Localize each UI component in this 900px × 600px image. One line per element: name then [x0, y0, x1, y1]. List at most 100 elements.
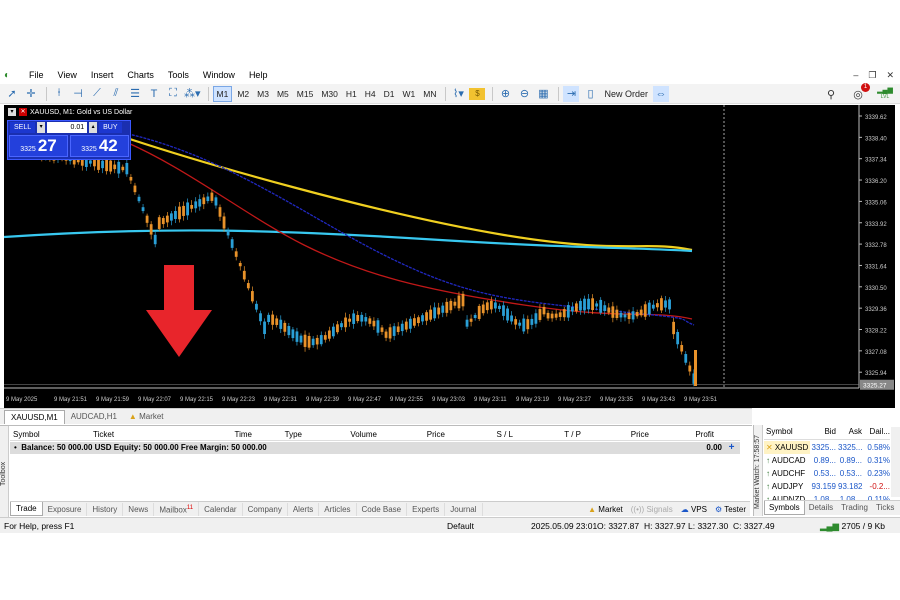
col-profit[interactable]: Profit: [652, 428, 717, 440]
new-order-button[interactable]: New Order: [601, 86, 651, 102]
timeframe-h1[interactable]: H1: [343, 86, 360, 102]
col-price[interactable]: Price: [380, 428, 448, 440]
col-symbol[interactable]: Symbol: [10, 428, 90, 440]
market-watch-row[interactable]: ↑ AUDCAD 0.89... 0.89... 0.31%: [764, 454, 890, 467]
buy-button[interactable]: BUY: [99, 122, 122, 133]
menu-file[interactable]: File: [22, 68, 51, 83]
sell-button[interactable]: SELL: [10, 122, 36, 133]
autoscroll-icon[interactable]: ⇥: [563, 85, 580, 102]
chart-menu-icon[interactable]: ▾: [8, 108, 16, 116]
restore-icon[interactable]: ❐: [868, 68, 876, 83]
add-icon[interactable]: +: [727, 443, 736, 453]
tab-company[interactable]: Company: [243, 502, 288, 516]
chart-shift-icon[interactable]: ⇔: [653, 85, 669, 102]
sell-price[interactable]: 3325 27: [9, 135, 68, 157]
tab-trade[interactable]: Trade: [10, 502, 43, 516]
col-volume[interactable]: Volume: [305, 428, 380, 440]
channel-icon[interactable]: ⫽: [108, 86, 124, 102]
volume-up-icon[interactable]: ▴: [89, 122, 98, 133]
tab-journal[interactable]: Journal: [445, 502, 483, 516]
trend-line-icon[interactable]: ⟋: [89, 86, 105, 102]
menu-tools[interactable]: Tools: [161, 68, 196, 83]
mw-tab-symbols[interactable]: Symbols: [764, 501, 805, 515]
volume-input[interactable]: 0.01: [47, 122, 88, 133]
col-current-price[interactable]: Price: [584, 428, 652, 440]
timeframe-w1[interactable]: W1: [400, 86, 419, 102]
col-ticket[interactable]: Ticket: [90, 428, 160, 440]
timeframe-m5[interactable]: M5: [274, 86, 292, 102]
chart-tab-audcad[interactable]: AUDCAD,H1: [65, 410, 123, 424]
market-watch-row[interactable]: ↑ AUDJPY 93.159 93.182 -0.2...: [764, 480, 890, 493]
menu-window[interactable]: Window: [196, 68, 242, 83]
price-chart[interactable]: 3339.62 3338.40 3337.34 3336.20 3335.06 3333.…: [4, 105, 895, 408]
chart-type-icon[interactable]: ⌇▾: [450, 86, 466, 102]
horizontal-line-icon[interactable]: ⊣: [70, 86, 86, 102]
balance-row[interactable]: • Balance: 50 000.00 USD Equity: 50 000.…: [10, 442, 740, 454]
buy-price[interactable]: 3325 42: [70, 135, 129, 157]
tab-experts[interactable]: Experts: [407, 502, 446, 516]
crosshair-icon[interactable]: ✛: [23, 86, 39, 102]
timeframe-mn[interactable]: MN: [420, 86, 439, 102]
candle-body: [133, 185, 137, 193]
tab-articles[interactable]: Articles: [319, 502, 357, 516]
signals-link[interactable]: ((•)) Signals: [631, 502, 673, 517]
mw-tab-trading[interactable]: Trading: [837, 501, 872, 515]
timeframe-d1[interactable]: D1: [381, 86, 398, 102]
menu-charts[interactable]: Charts: [120, 68, 161, 83]
vps-link[interactable]: ☁ VPS: [681, 502, 707, 517]
timeframe-m30[interactable]: M30: [318, 86, 341, 102]
mw-col-symbol[interactable]: Symbol: [764, 427, 810, 439]
tab-calendar[interactable]: Calendar: [199, 502, 243, 516]
mw-tab-ticks[interactable]: Ticks: [872, 501, 898, 515]
price-label: 3328.22: [865, 329, 887, 335]
fibonacci-icon[interactable]: ☰: [127, 86, 143, 102]
tab-mailbox[interactable]: Mailbox11: [154, 501, 200, 517]
timeframe-m2[interactable]: M2: [234, 86, 252, 102]
new-order-icon[interactable]: ▯: [582, 86, 598, 102]
market-watch-row[interactable]: ✕ XAUUSD 3325... 3325... 0.58%: [764, 441, 890, 454]
vertical-line-icon[interactable]: ⍿: [51, 86, 67, 102]
timeframe-h4[interactable]: H4: [362, 86, 379, 102]
chart-tab-market[interactable]: ▲ Market: [123, 410, 170, 424]
market-watch-scrollbar[interactable]: [891, 427, 900, 497]
col-time[interactable]: Time: [160, 428, 255, 440]
mw-col-bid[interactable]: Bid: [810, 427, 838, 439]
tile-windows-icon[interactable]: ▦: [535, 86, 551, 102]
menu-help[interactable]: Help: [242, 68, 275, 83]
close-icon[interactable]: ✕: [886, 68, 894, 83]
mw-tab-details[interactable]: Details: [805, 501, 837, 515]
mw-col-ask[interactable]: Ask: [838, 427, 864, 439]
timeframe-m15[interactable]: M15: [294, 86, 317, 102]
col-tp[interactable]: T / P: [516, 428, 584, 440]
objects-dropdown-icon[interactable]: ⁂▾: [184, 86, 201, 102]
tester-link[interactable]: ⚙ Tester: [715, 502, 746, 517]
zoom-out-icon[interactable]: ⊖: [516, 86, 532, 102]
cursor-icon[interactable]: ➚: [4, 86, 20, 102]
tab-news[interactable]: News: [123, 502, 155, 516]
market-watch-side[interactable]: Market Watch: 17:58:57: [754, 425, 763, 516]
market-link[interactable]: ▲ Market: [588, 502, 623, 517]
col-sl[interactable]: S / L: [448, 428, 516, 440]
chart-tab-xauusd[interactable]: XAUUSD,M1: [4, 410, 65, 424]
minimize-icon[interactable]: –: [853, 68, 858, 83]
timeframe-m1[interactable]: M1: [212, 85, 233, 102]
tab-history[interactable]: History: [87, 502, 124, 516]
notifications-icon[interactable]: ◎ 1: [850, 83, 870, 102]
tab-alerts[interactable]: Alerts: [288, 502, 320, 516]
col-type[interactable]: Type: [255, 428, 305, 440]
search-icon[interactable]: ⚲: [823, 86, 839, 102]
menu-view[interactable]: View: [51, 68, 84, 83]
text-icon[interactable]: T: [146, 86, 162, 102]
volume-down-icon[interactable]: ▾: [37, 122, 46, 133]
tab-exposure[interactable]: Exposure: [43, 502, 88, 516]
zoom-in-icon[interactable]: ⊕: [497, 86, 513, 102]
timeframe-m3[interactable]: M3: [254, 86, 272, 102]
mw-col-daily[interactable]: Dail...: [864, 427, 890, 439]
chart-area[interactable]: 3339.62 3338.40 3337.34 3336.20 3335.06 3333.…: [4, 105, 895, 408]
toolbox-side[interactable]: Toolbox: [0, 426, 9, 517]
dollar-icon[interactable]: $: [469, 87, 486, 100]
shapes-icon[interactable]: ⛶: [165, 86, 181, 102]
menu-insert[interactable]: Insert: [84, 68, 121, 83]
tab-code-base[interactable]: Code Base: [357, 502, 408, 516]
market-watch-row[interactable]: ↑ AUDCHF 0.53... 0.53... 0.23%: [764, 467, 890, 480]
